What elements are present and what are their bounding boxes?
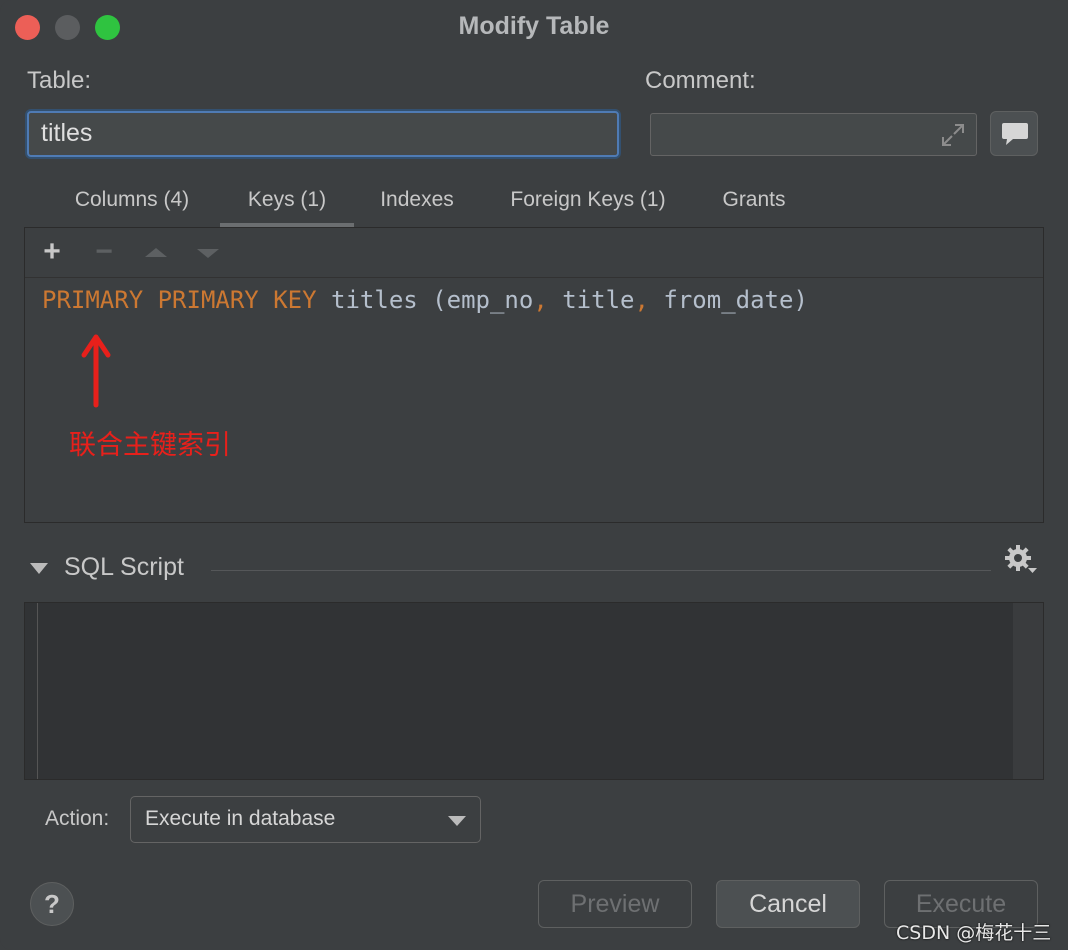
chevron-down-icon: [448, 816, 466, 826]
key-definition-row[interactable]: PRIMARY PRIMARY KEY titles (emp_no, titl…: [42, 286, 808, 314]
key-table-name: titles: [331, 286, 418, 314]
keys-toolbar: + −: [25, 228, 1043, 278]
sql-script-title: SQL Script: [64, 553, 184, 581]
action-select[interactable]: Execute in database: [130, 796, 481, 843]
title-bar: Modify Table: [0, 0, 1068, 56]
key-type-keyword: PRIMARY KEY: [157, 286, 317, 314]
editor-scrollbar[interactable]: [1013, 603, 1043, 779]
modify-table-dialog: Modify Table Table: titles Comment: Colu…: [0, 0, 1068, 950]
tab-columns[interactable]: Columns (4): [50, 185, 214, 225]
triangle-down-icon: [197, 249, 219, 258]
table-label: Table:: [27, 67, 92, 94]
tab-foreign-keys[interactable]: Foreign Keys (1): [490, 185, 686, 225]
tab-keys[interactable]: Keys (1): [220, 185, 354, 227]
help-button[interactable]: ?: [30, 882, 74, 926]
move-up-button[interactable]: [141, 238, 171, 268]
preview-button[interactable]: Preview: [538, 880, 692, 928]
table-name-input[interactable]: titles: [27, 111, 619, 157]
triangle-up-icon: [145, 248, 167, 257]
annotation-arrow-icon: [81, 334, 111, 408]
gear-icon[interactable]: [1004, 544, 1038, 576]
expand-icon[interactable]: [940, 122, 966, 148]
comment-input[interactable]: [650, 113, 977, 156]
key-column: from_date: [663, 286, 794, 314]
editor-gutter: [37, 603, 38, 779]
speech-bubble-icon: [1002, 123, 1028, 145]
annotation-text: 联合主键索引: [69, 430, 231, 461]
cancel-button[interactable]: Cancel: [716, 880, 860, 928]
key-column: emp_no: [446, 286, 534, 314]
section-divider: [211, 570, 991, 571]
move-down-button[interactable]: [193, 238, 223, 268]
action-label: Action:: [45, 807, 110, 830]
tab-indexes[interactable]: Indexes: [360, 185, 474, 225]
sql-script-editor[interactable]: [24, 602, 1044, 780]
window-title: Modify Table: [458, 12, 610, 40]
keys-panel: + − PRIMARY PRIMARY KEY titles (emp_no, …: [24, 227, 1044, 523]
watermark: CSDN @梅花十三: [896, 922, 1052, 944]
key-column: title: [562, 286, 635, 314]
key-name: PRIMARY: [42, 286, 144, 314]
tab-grants[interactable]: Grants: [702, 185, 806, 225]
add-key-button[interactable]: +: [37, 237, 67, 268]
comment-bubble-button[interactable]: [990, 111, 1038, 156]
action-selected-value: Execute in database: [145, 807, 336, 830]
collapse-triangle-icon[interactable]: [30, 563, 48, 574]
comment-label: Comment:: [645, 67, 756, 94]
remove-key-button[interactable]: −: [89, 237, 119, 268]
